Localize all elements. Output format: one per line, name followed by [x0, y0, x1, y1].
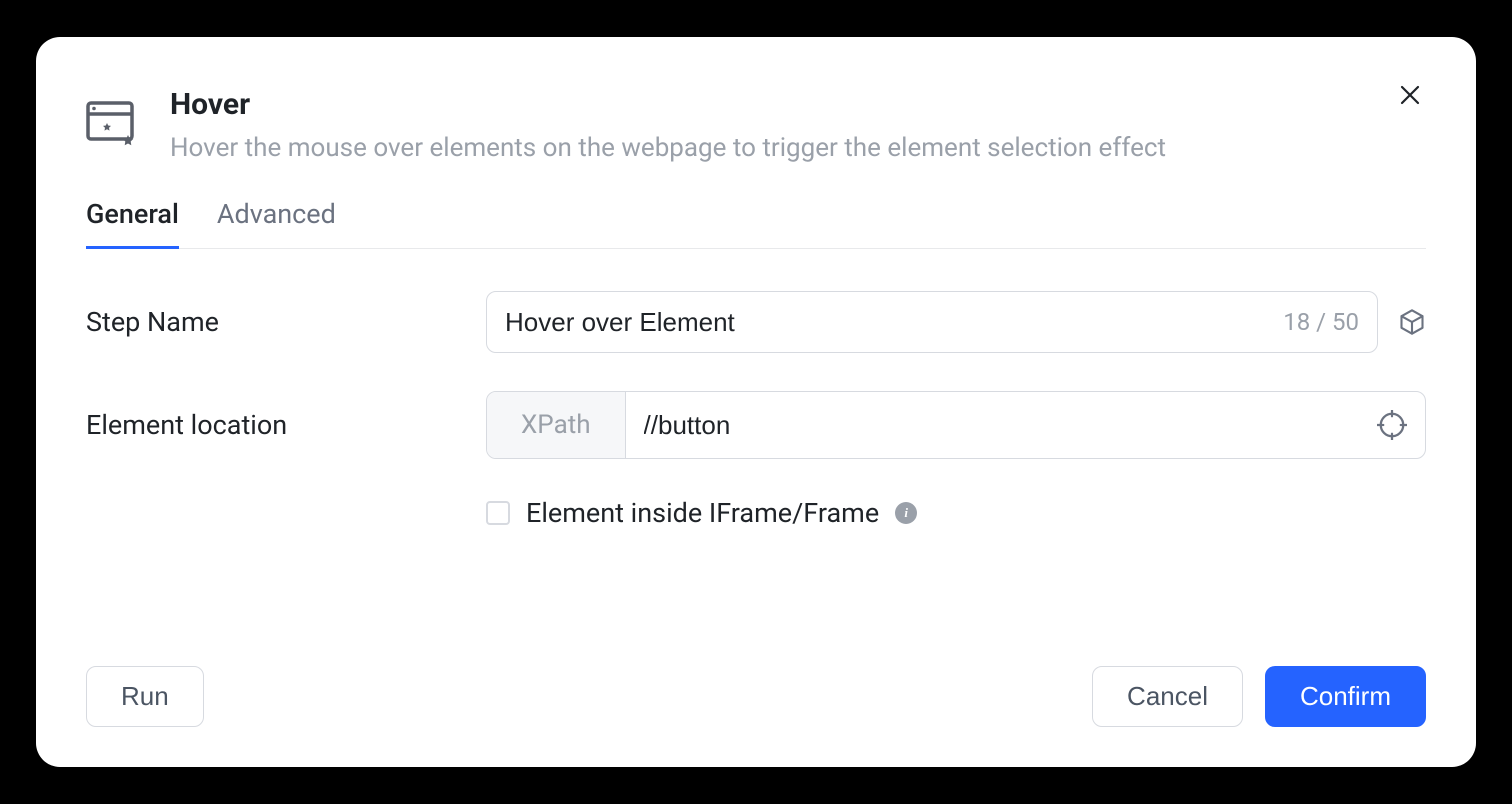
hover-config-modal: Hover Hover the mouse over elements on t… — [36, 37, 1476, 767]
cancel-button[interactable]: Cancel — [1092, 666, 1243, 727]
step-name-char-count: 18 / 50 — [1283, 308, 1359, 336]
tab-advanced[interactable]: Advanced — [217, 198, 336, 248]
close-icon — [1398, 83, 1422, 107]
run-button[interactable]: Run — [86, 666, 204, 727]
modal-title: Hover — [170, 87, 1426, 122]
step-name-input[interactable] — [505, 307, 1283, 338]
element-location-control: XPath — [486, 391, 1426, 459]
confirm-button[interactable]: Confirm — [1265, 666, 1426, 727]
element-location-input[interactable] — [626, 392, 1377, 458]
element-location-row: Element location XPath — [86, 391, 1426, 459]
step-name-control: 18 / 50 — [486, 291, 1426, 353]
step-name-input-wrapper: 18 / 50 — [486, 291, 1378, 353]
tab-general[interactable]: General — [86, 198, 179, 248]
header-text: Hover Hover the mouse over elements on t… — [170, 87, 1426, 166]
modal-header: Hover Hover the mouse over elements on t… — [86, 87, 1426, 166]
close-button[interactable] — [1394, 79, 1426, 111]
tabs: General Advanced — [86, 198, 1426, 249]
info-icon[interactable]: i — [895, 502, 917, 524]
modal-footer: Run Cancel Confirm — [86, 666, 1426, 727]
variable-icon[interactable] — [1398, 308, 1426, 336]
target-picker-icon[interactable] — [1377, 410, 1407, 440]
iframe-checkbox-row: Element inside IFrame/Frame i — [486, 497, 1426, 529]
element-location-input-wrapper: XPath — [486, 391, 1426, 459]
xpath-selector-prefix[interactable]: XPath — [487, 392, 626, 458]
iframe-checkbox-label: Element inside IFrame/Frame — [526, 497, 879, 529]
step-name-label: Step Name — [86, 306, 486, 338]
iframe-checkbox[interactable] — [486, 501, 510, 525]
hover-window-icon — [86, 97, 142, 153]
footer-right: Cancel Confirm — [1092, 666, 1426, 727]
modal-subtitle: Hover the mouse over elements on the web… — [170, 130, 1426, 166]
element-location-label: Element location — [86, 409, 486, 441]
step-name-row: Step Name 18 / 50 — [86, 291, 1426, 353]
